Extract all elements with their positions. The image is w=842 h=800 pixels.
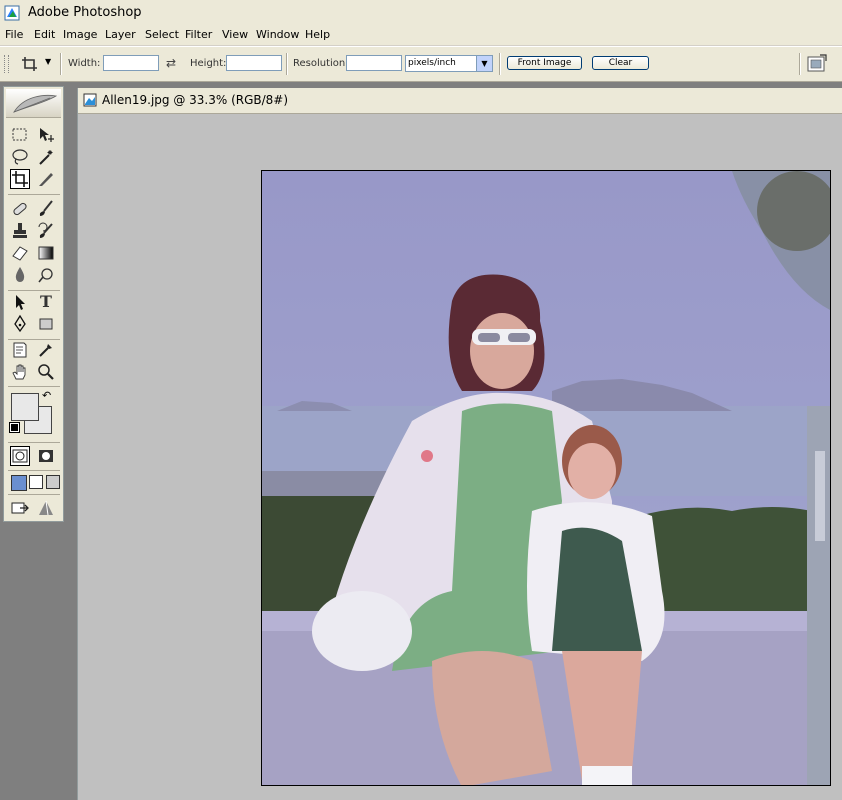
resolution-input[interactable] bbox=[346, 55, 402, 71]
resolution-label: Resolution: bbox=[293, 58, 349, 69]
toolbox-header[interactable] bbox=[6, 89, 61, 118]
move-tool-icon[interactable] bbox=[36, 125, 56, 145]
divider bbox=[799, 53, 801, 75]
standard-screen-mode-icon[interactable] bbox=[11, 475, 27, 491]
toolbox: T ↶ bbox=[3, 86, 64, 522]
menu-view[interactable]: View bbox=[222, 28, 248, 41]
menu-help[interactable]: Help bbox=[305, 28, 330, 41]
imageready-icon[interactable] bbox=[36, 498, 56, 518]
palette-well-icon[interactable] bbox=[806, 53, 828, 75]
divider bbox=[8, 442, 60, 443]
height-input[interactable] bbox=[226, 55, 282, 71]
app-title: Adobe Photoshop bbox=[28, 5, 142, 20]
menu-file[interactable]: File bbox=[5, 28, 23, 41]
feather-icon bbox=[13, 95, 58, 113]
divider bbox=[499, 53, 501, 75]
resolution-unit-value: pixels/inch bbox=[408, 58, 456, 68]
menu-select[interactable]: Select bbox=[145, 28, 179, 41]
path-selection-icon[interactable] bbox=[10, 292, 30, 312]
title-bar: Adobe Photoshop bbox=[0, 0, 842, 27]
brush-tool-icon[interactable] bbox=[36, 199, 56, 219]
swap-dimensions-icon[interactable]: ⇄ bbox=[166, 56, 176, 70]
divider bbox=[8, 386, 60, 387]
front-image-button[interactable]: Front Image bbox=[507, 56, 582, 70]
width-input[interactable] bbox=[103, 55, 159, 71]
menu-edit[interactable]: Edit bbox=[34, 28, 55, 41]
blur-tool-icon[interactable] bbox=[10, 265, 30, 285]
notes-tool-icon[interactable] bbox=[10, 340, 30, 360]
document-title-bar[interactable]: Allen19.jpg @ 33.3% (RGB/8#) bbox=[78, 88, 842, 114]
crop-tool-preset-icon[interactable] bbox=[20, 55, 40, 73]
dodge-tool-icon[interactable] bbox=[36, 265, 56, 285]
eyedropper-icon[interactable] bbox=[36, 340, 56, 360]
zoom-tool-icon[interactable] bbox=[36, 362, 56, 382]
lasso-tool-icon[interactable] bbox=[10, 147, 30, 167]
swap-colors-icon[interactable]: ↶ bbox=[42, 389, 51, 402]
hand-tool-icon[interactable] bbox=[10, 362, 30, 382]
document-title: Allen19.jpg @ 33.3% (RGB/8#) bbox=[102, 93, 289, 107]
foreground-color-swatch-front[interactable] bbox=[11, 393, 39, 421]
full-screen-mode-icon[interactable] bbox=[46, 475, 60, 489]
type-tool-icon[interactable]: T bbox=[36, 292, 56, 312]
menu-window[interactable]: Window bbox=[256, 28, 299, 41]
shape-tool-icon[interactable] bbox=[36, 314, 56, 334]
magic-wand-icon[interactable] bbox=[36, 147, 56, 167]
menu-image[interactable]: Image bbox=[63, 28, 97, 41]
divider bbox=[8, 494, 60, 495]
marquee-tool-icon[interactable] bbox=[10, 125, 30, 145]
divider bbox=[8, 194, 60, 195]
crop-tool-icon[interactable] bbox=[10, 169, 30, 189]
standard-mode-icon[interactable] bbox=[10, 446, 30, 466]
image-canvas[interactable] bbox=[261, 170, 831, 786]
healing-brush-icon[interactable] bbox=[10, 199, 30, 219]
divider bbox=[60, 53, 62, 75]
height-label: Height: bbox=[190, 58, 227, 69]
photo-image bbox=[262, 171, 830, 785]
divider bbox=[8, 290, 60, 291]
clear-button[interactable]: Clear bbox=[592, 56, 649, 70]
gradient-tool-icon[interactable] bbox=[36, 243, 56, 263]
menu-layer[interactable]: Layer bbox=[105, 28, 136, 41]
divider bbox=[286, 53, 288, 75]
full-screen-menu-mode-icon[interactable] bbox=[29, 475, 43, 489]
width-label: Width: bbox=[68, 58, 101, 69]
menu-filter[interactable]: Filter bbox=[185, 28, 212, 41]
photoshop-app-icon bbox=[4, 5, 20, 21]
options-grip[interactable] bbox=[4, 55, 9, 73]
chevron-down-icon[interactable]: ▼ bbox=[45, 57, 51, 66]
quick-mask-mode-icon[interactable] bbox=[36, 446, 56, 466]
default-colors-icon[interactable] bbox=[9, 422, 20, 433]
history-brush-icon[interactable] bbox=[36, 221, 56, 241]
divider bbox=[8, 470, 60, 471]
resolution-unit-select[interactable]: pixels/inch ▼ bbox=[405, 55, 493, 72]
chevron-down-icon[interactable]: ▼ bbox=[476, 56, 492, 71]
menu-bar: File Edit Image Layer Select Filter View… bbox=[0, 26, 842, 46]
slice-tool-icon[interactable] bbox=[36, 169, 56, 189]
eraser-tool-icon[interactable] bbox=[10, 243, 30, 263]
clone-stamp-icon[interactable] bbox=[10, 221, 30, 241]
jump-to-imageready-icon[interactable] bbox=[10, 498, 30, 518]
pen-tool-icon[interactable] bbox=[10, 314, 30, 334]
document-icon bbox=[83, 93, 97, 107]
